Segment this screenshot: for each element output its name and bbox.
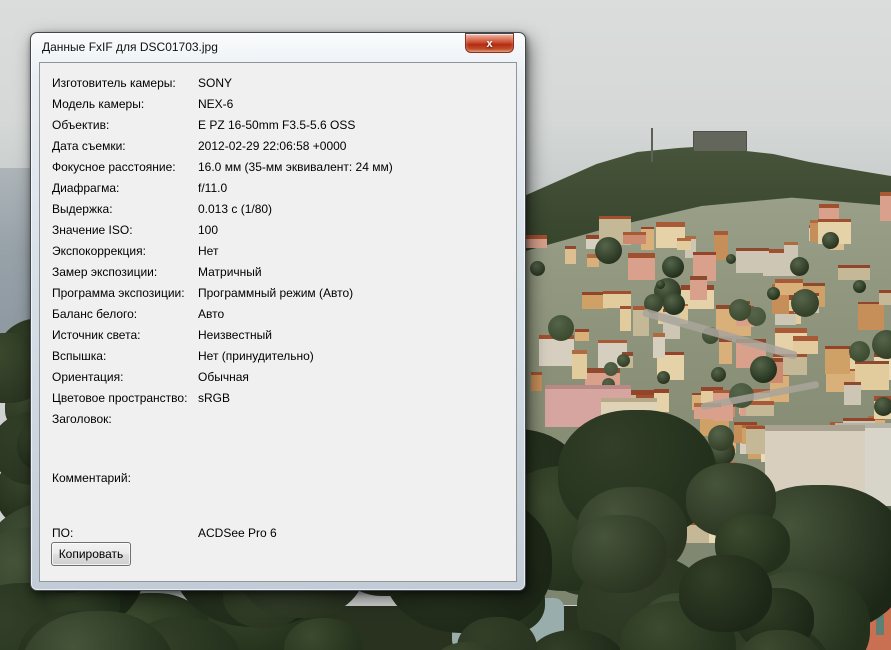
exif-row: Программа экспозиции: Программный режим (… bbox=[40, 286, 516, 307]
field-label: Диафрагма: bbox=[52, 181, 119, 195]
exif-row: Выдержка: 0.013 с (1/80) bbox=[40, 202, 516, 223]
field-label: Источник света: bbox=[52, 328, 140, 342]
field-label: Изготовитель камеры: bbox=[52, 76, 176, 90]
field-value: 100 bbox=[198, 223, 218, 237]
exif-row: Заголовок: bbox=[40, 412, 516, 433]
exif-row: Значение ISO: 100 bbox=[40, 223, 516, 244]
copy-button[interactable]: Копировать bbox=[51, 542, 131, 566]
exif-row: Диафрагма: f/11.0 bbox=[40, 181, 516, 202]
field-value: 16.0 мм (35-мм эквивалент: 24 мм) bbox=[198, 160, 393, 174]
dialog-titlebar[interactable]: Данные FxIF для DSC01703.jpg x bbox=[31, 33, 525, 62]
field-value: 0.013 с (1/80) bbox=[198, 202, 272, 216]
exif-row: Экспокоррекция: Нет bbox=[40, 244, 516, 265]
field-value: Обычная bbox=[198, 370, 249, 384]
field-label: Дата съемки: bbox=[52, 139, 126, 153]
field-value: Нет (принудительно) bbox=[198, 349, 314, 363]
field-value: Нет bbox=[198, 244, 218, 258]
field-value: 2012-02-29 22:06:58 +0000 bbox=[198, 139, 346, 153]
exif-row: Замер экспозиции: Матричный bbox=[40, 265, 516, 286]
field-label: Ориентация: bbox=[52, 370, 123, 384]
field-label: ПО: bbox=[52, 526, 73, 540]
field-label: Программа экспозиции: bbox=[52, 286, 185, 300]
exif-row: Дата съемки: 2012-02-29 22:06:58 +0000 bbox=[40, 139, 516, 160]
field-label: Комментарий: bbox=[52, 471, 131, 485]
field-value: Авто bbox=[198, 307, 224, 321]
exif-row-comment: Комментарий: bbox=[40, 471, 516, 492]
field-label: Модель камеры: bbox=[52, 97, 144, 111]
field-value: SONY bbox=[198, 76, 232, 90]
field-label: Значение ISO: bbox=[52, 223, 133, 237]
field-label: Объектив: bbox=[52, 118, 109, 132]
exif-row: Изготовитель камеры: SONY bbox=[40, 76, 516, 97]
exif-row: Ориентация: Обычная bbox=[40, 370, 516, 391]
field-value: E PZ 16-50mm F3.5-5.6 OSS bbox=[198, 118, 355, 132]
field-value: Матричный bbox=[198, 265, 262, 279]
exif-dialog-window: Данные FxIF для DSC01703.jpg x Изготовит… bbox=[30, 32, 526, 591]
exif-row: Цветовое пространство: sRGB bbox=[40, 391, 516, 412]
field-value: Программный режим (Авто) bbox=[198, 286, 353, 300]
exif-row: Объектив: E PZ 16-50mm F3.5-5.6 OSS bbox=[40, 118, 516, 139]
field-label: Замер экспозиции: bbox=[52, 265, 157, 279]
field-value: sRGB bbox=[198, 391, 230, 405]
field-value: Неизвестный bbox=[198, 328, 272, 342]
exif-row: Баланс белого: Авто bbox=[40, 307, 516, 328]
close-button[interactable]: x bbox=[465, 33, 514, 53]
field-label: Заголовок: bbox=[52, 412, 112, 426]
photo-foreground-tree bbox=[679, 555, 772, 632]
field-label: Фокусное расстояние: bbox=[52, 160, 176, 174]
photo-foreground-tree bbox=[572, 515, 667, 593]
field-label: Выдержка: bbox=[52, 202, 113, 216]
field-value: f/11.0 bbox=[198, 181, 227, 195]
field-label: Вспышка: bbox=[52, 349, 106, 363]
field-label: Цветовое пространство: bbox=[52, 391, 187, 405]
dialog-content: Изготовитель камеры: SONY Модель камеры: NE… bbox=[39, 62, 517, 582]
exif-row: Модель камеры: NEX-6 bbox=[40, 97, 516, 118]
close-icon: x bbox=[486, 37, 492, 51]
field-label: Баланс белого: bbox=[52, 307, 137, 321]
exif-row: Фокусное расстояние: 16.0 мм (35-мм эквив… bbox=[40, 160, 516, 181]
dialog-title: Данные FxIF для DSC01703.jpg bbox=[42, 40, 218, 54]
field-value: ACDSee Pro 6 bbox=[198, 526, 277, 540]
exif-row: Источник света: Неизвестный bbox=[40, 328, 516, 349]
exif-row: Вспышка: Нет (принудительно) bbox=[40, 349, 516, 370]
field-label: Экспокоррекция: bbox=[52, 244, 146, 258]
field-value: NEX-6 bbox=[198, 97, 233, 111]
